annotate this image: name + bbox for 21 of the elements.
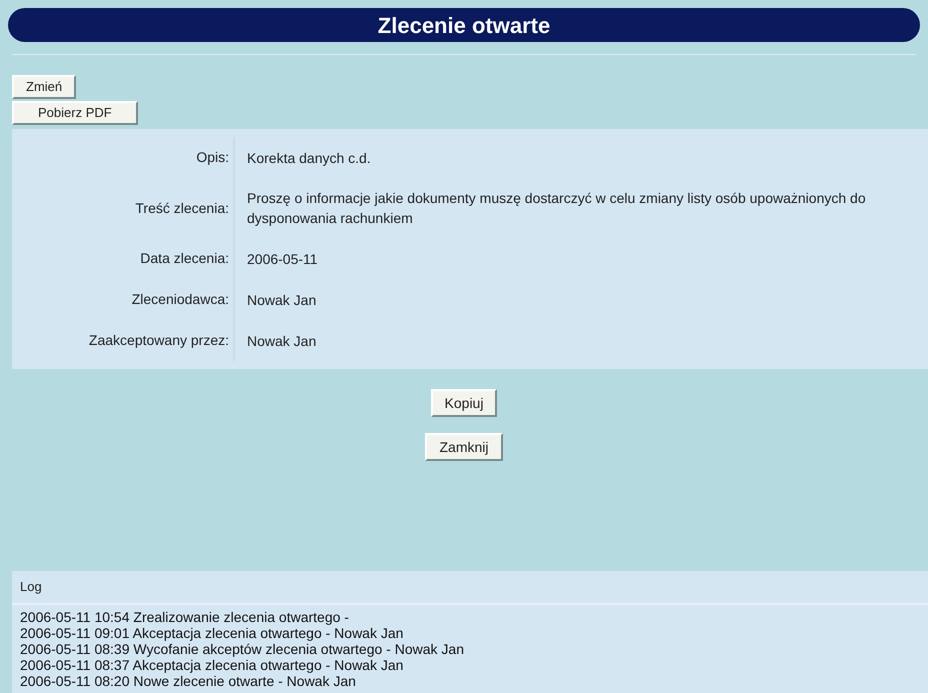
log-entry: 2006-05-11 08:37 Akceptacja zlecenia otwartego - Nowak Jan (20, 657, 404, 673)
field-label: Data zlecenia: (140, 249, 229, 268)
field-value: Proszę o informacje jakie dokumenty muszę dostarczyć w celu zmiany listy osób upoważnionych do dysponowania rachunkiem (247, 189, 867, 228)
log-entry: 2006-05-11 08:20 Nowe zlecenie otwarte - Nowak Jan (20, 673, 357, 689)
log-entry: 2006-05-11 08:39 Wycofanie akceptów zlecenia otwartego - Nowak Jan (20, 641, 465, 657)
field-label: Treść zlecenia: (135, 198, 229, 218)
field-label: Opis: (196, 148, 229, 167)
action-button[interactable]: Zamknij (425, 433, 502, 461)
field-label: Zleceniodawca: (132, 290, 229, 309)
log-entry: 2006-05-11 10:54 Zrealizowanie zlecenia otwartego - (20, 609, 350, 625)
log-title: Log (20, 579, 42, 594)
action-button[interactable]: Kopiuj (430, 389, 498, 417)
toolbar-button[interactable]: Pobierz PDF (12, 101, 138, 125)
field-value: Korekta danych c.d. (247, 148, 371, 168)
log-entry: 2006-05-11 09:01 Akceptacja zlecenia otwartego - Nowak Jan (20, 625, 404, 641)
field-value: 2006-05-11 (247, 250, 318, 268)
title-bar: Zlecenie otwarte (8, 8, 920, 42)
field-value: Nowak Jan (247, 332, 316, 350)
field-value: Nowak Jan (247, 290, 316, 310)
toolbar-button[interactable]: Zmień (12, 75, 76, 99)
field-label: Zaakceptowany przez: (88, 331, 229, 350)
